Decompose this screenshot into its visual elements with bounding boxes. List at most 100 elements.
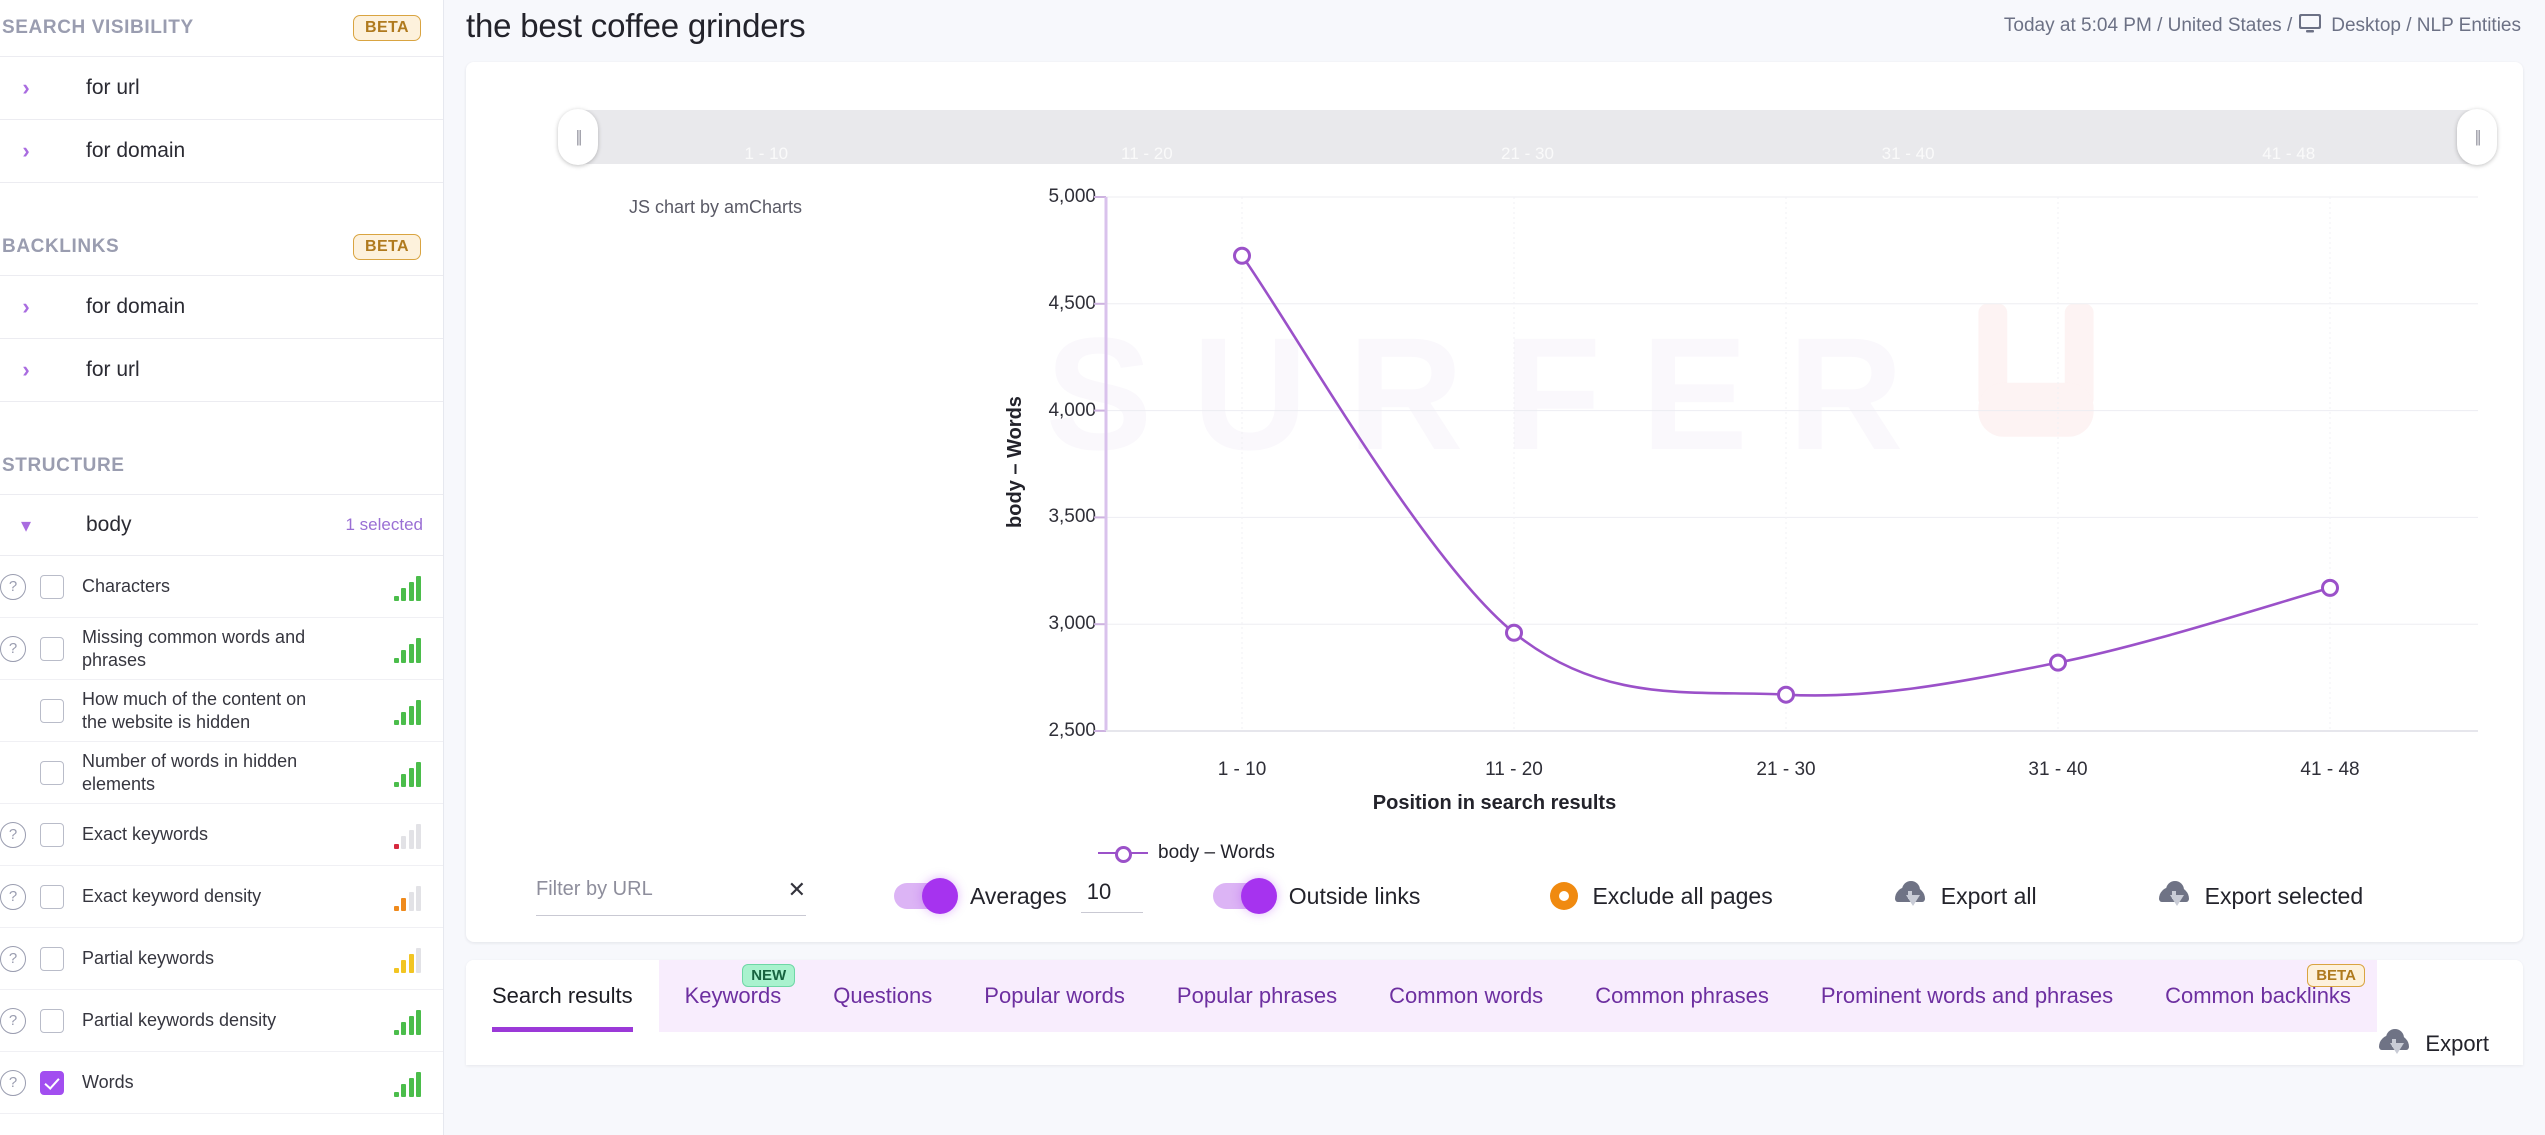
- tab-popular-phrases[interactable]: Popular phrases: [1150, 960, 1364, 1032]
- help-icon[interactable]: ?: [0, 945, 26, 972]
- structure-item-row[interactable]: How much of the content on the website i…: [0, 680, 443, 742]
- help-icon[interactable]: ?: [0, 1007, 26, 1034]
- sidebar: SEARCH VISIBILITY BETA › for url › for d…: [0, 0, 444, 1135]
- scrollbar-tick-label: 21 - 30: [1501, 144, 1554, 163]
- tab-label: Questions: [833, 983, 933, 1008]
- main-content: the best coffee grinders Today at 5:04 P…: [444, 0, 2545, 1135]
- structure-item-checkbox[interactable]: [40, 698, 64, 723]
- export-label: Export: [2425, 1031, 2489, 1056]
- structure-item-checkbox[interactable]: [40, 636, 64, 661]
- structure-item-checkbox[interactable]: [40, 1008, 64, 1033]
- structure-item-row[interactable]: ? Partial keywords density: [0, 990, 443, 1052]
- app-root: SEARCH VISIBILITY BETA › for url › for d…: [0, 0, 2545, 1135]
- structure-item-row[interactable]: ? Words: [0, 1052, 443, 1114]
- scrollbar-tick-label: 11 - 20: [1121, 144, 1173, 163]
- help-icon[interactable]: ?: [0, 573, 26, 600]
- scrollbar-grip-right[interactable]: [2457, 109, 2497, 165]
- help-icon[interactable]: ?: [0, 883, 26, 910]
- exclude-all-pages-button[interactable]: Exclude all pages: [1550, 882, 1773, 910]
- structure-item-checkbox[interactable]: [40, 822, 64, 847]
- export-selected-button[interactable]: Export selected: [2157, 881, 2363, 911]
- watermark-logo: [1946, 277, 2126, 467]
- tab-common-phrases[interactable]: Common phrases: [1569, 960, 1795, 1032]
- watermark-text: SURFER: [466, 302, 2523, 486]
- structure-item-label: How much of the content on the website i…: [82, 689, 307, 732]
- chart-controls: Filter by URL ✕ Averages 10 Outside link…: [466, 850, 2523, 942]
- sidebar-item-search-visibility-for-url[interactable]: › for url: [0, 56, 443, 119]
- tab-common-words[interactable]: Common words: [1363, 960, 1570, 1032]
- tab-label: Search results: [492, 983, 633, 1008]
- structure-item-row[interactable]: ? Missing common words and phrases: [0, 618, 443, 680]
- structure-item-list: ? Characters ? Missing common words and phr…: [0, 556, 443, 1114]
- structure-item-checkbox[interactable]: [40, 884, 64, 909]
- top-bar: the best coffee grinders Today at 5:04 P…: [444, 0, 2545, 52]
- beta-badge: BETA: [353, 234, 421, 260]
- averages-value-input[interactable]: 10: [1080, 879, 1143, 913]
- signal-strength-icon: [393, 697, 421, 725]
- structure-item-checkbox[interactable]: [40, 760, 64, 785]
- structure-item-row[interactable]: ? Exact keywords: [0, 804, 443, 866]
- x-axis-tick-label: 31 - 40: [2028, 759, 2088, 780]
- chevron-right-icon: ›: [22, 294, 30, 319]
- tab-popular-words[interactable]: Popular words: [958, 960, 1151, 1032]
- structure-item-checkbox[interactable]: [40, 1070, 64, 1095]
- chart-area: 1 - 10 11 - 20 21 - 30 31 - 40 41 - 48 SURFE…: [466, 62, 2523, 863]
- scrollbar-grip-left[interactable]: [558, 109, 598, 165]
- scrollbar-tick-label: 31 - 40: [1881, 144, 1935, 163]
- export-all-button[interactable]: Export all: [1893, 881, 2037, 911]
- averages-toggle[interactable]: [894, 878, 958, 914]
- sidebar-section-header-structure: STRUCTURE: [0, 438, 443, 494]
- sidebar-item-backlinks-for-url[interactable]: › for url: [0, 338, 443, 401]
- tab-questions[interactable]: Questions: [807, 960, 959, 1032]
- tab-search-results[interactable]: Search results: [466, 960, 659, 1032]
- chart-scrollbar[interactable]: 1 - 10 11 - 20 21 - 30 31 - 40 41 - 48: [558, 109, 2497, 165]
- structure-item-row[interactable]: Number of words in hidden elements: [0, 742, 443, 804]
- cloud-download-icon: [2377, 1029, 2411, 1059]
- chevron-down-icon: ▾: [20, 514, 32, 537]
- y-axis-tick-label: 3,500: [1048, 506, 1096, 528]
- structure-item-checkbox[interactable]: [40, 946, 64, 971]
- signal-strength-icon: [393, 1069, 421, 1097]
- y-axis-tick-label: 5,000: [1048, 186, 1096, 207]
- export-button[interactable]: Export: [2377, 1029, 2489, 1059]
- sidebar-item-label: for domain: [86, 139, 186, 162]
- sidebar-group-body[interactable]: ▾ body 1 selected: [0, 494, 443, 556]
- tab-keywords[interactable]: Keywords NEW: [658, 960, 808, 1032]
- structure-item-row[interactable]: ? Characters: [0, 556, 443, 618]
- section-title: STRUCTURE: [2, 455, 125, 476]
- exclude-all-pages-label: Exclude all pages: [1592, 882, 1773, 909]
- structure-item-row[interactable]: ? Exact keyword density: [0, 866, 443, 928]
- header-meta-after: Desktop / NLP Entities: [2331, 15, 2521, 36]
- filter-by-url-input[interactable]: Filter by URL ✕: [536, 877, 806, 916]
- tab-label: Prominent words and phrases: [1820, 983, 2114, 1008]
- beta-badge: BETA: [353, 15, 421, 41]
- structure-item-row[interactable]: ? Partial keywords: [0, 928, 443, 990]
- averages-control[interactable]: Averages 10: [894, 878, 1143, 914]
- structure-item-checkbox[interactable]: [40, 574, 64, 599]
- scrollbar-tick-labels: 1 - 10 11 - 20 21 - 30 31 - 40 41 - 48: [576, 110, 2479, 164]
- scrollbar-tick-label: 1 - 10: [744, 144, 789, 163]
- chart-plot: [1094, 196, 2478, 732]
- help-icon[interactable]: ?: [0, 821, 26, 848]
- sidebar-item-search-visibility-for-domain[interactable]: › for domain: [0, 119, 443, 182]
- outside-links-toggle[interactable]: [1212, 878, 1277, 914]
- x-axis-tick-label: 1 - 10: [1217, 759, 1267, 780]
- tab-label: Popular phrases: [1176, 983, 1338, 1008]
- y-axis-tick-label: 4,500: [1048, 292, 1096, 314]
- cloud-download-icon: [1893, 881, 1927, 911]
- structure-item-label: Characters: [82, 576, 171, 597]
- tab-badge: NEW: [742, 964, 796, 987]
- help-icon[interactable]: ?: [0, 1069, 26, 1096]
- tab-badge: BETA: [2307, 964, 2365, 987]
- sidebar-item-backlinks-for-domain[interactable]: › for domain: [0, 275, 443, 338]
- outside-links-control[interactable]: Outside links: [1212, 878, 1420, 914]
- sidebar-item-label: for domain: [86, 295, 186, 318]
- chevron-right-icon: ›: [22, 75, 30, 100]
- tab-prominent-words-and-phrases[interactable]: Prominent words and phrases: [1794, 960, 2140, 1032]
- help-icon[interactable]: ?: [0, 635, 26, 662]
- tab-common-backlinks[interactable]: Common backlinks BETA: [2139, 960, 2377, 1032]
- x-axis-label: Position in search results: [1372, 792, 1617, 814]
- close-icon[interactable]: ✕: [788, 877, 806, 903]
